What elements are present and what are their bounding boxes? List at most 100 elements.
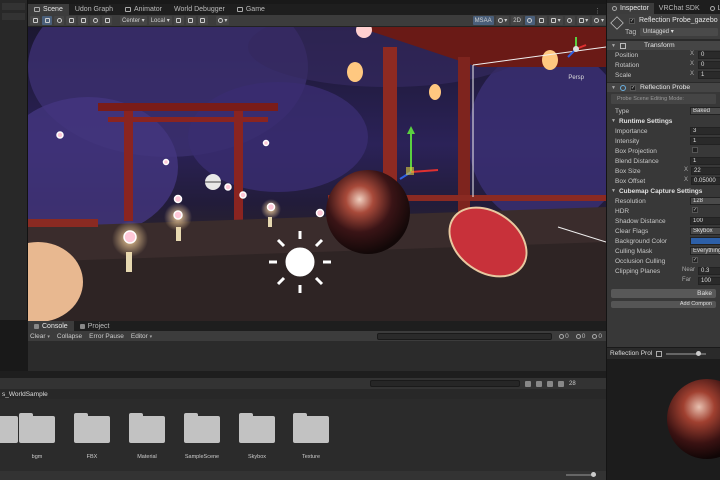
collapse-button[interactable]: Collapse [57, 333, 82, 340]
tab-inspector[interactable]: Inspector [607, 3, 654, 14]
tab-lighting[interactable]: Li [705, 3, 720, 14]
occlusion-culling-checkbox[interactable]: ✓ [692, 257, 698, 263]
expand-arrow-icon: ▼ [611, 42, 616, 49]
tag-dropdown[interactable]: Untagged ▾ [640, 28, 718, 36]
intensity-field[interactable]: 1 [690, 137, 720, 145]
tab-game[interactable]: Game [231, 4, 271, 15]
clear-flags-dropdown[interactable]: Skybox [690, 227, 720, 235]
runtime-settings-section[interactable]: ▼ Runtime Settings [607, 116, 720, 126]
custom-tool-button[interactable] [102, 16, 112, 25]
warning-count-toggle[interactable]: 0 [575, 333, 585, 340]
shadow-distance-field[interactable]: 100 [690, 217, 720, 225]
rotate-tool-button[interactable] [54, 16, 64, 25]
lighting-toggle[interactable] [524, 16, 535, 25]
clear-button[interactable]: Clear ▾ [30, 333, 50, 340]
far-clip-field[interactable]: 100 [698, 277, 720, 285]
culling-mask-dropdown[interactable]: Everything [690, 247, 720, 255]
cubemap-capture-settings-section[interactable]: ▼ Cubemap Capture Settings [607, 186, 720, 196]
type-dropdown[interactable]: Baked [690, 107, 720, 115]
more-options-icon[interactable]: ⋮ [594, 7, 606, 15]
preview-header: Reflection Prol [607, 347, 720, 359]
project-search-input[interactable] [370, 380, 520, 387]
blend-distance-field[interactable]: 1 [690, 157, 720, 165]
rotation-x-field[interactable]: 0 [698, 61, 720, 69]
console-search-input[interactable] [377, 332, 553, 340]
folder-item[interactable]: SampleScene [182, 413, 222, 460]
eye-icon[interactable] [558, 380, 564, 387]
pivot-dropdown[interactable]: Center ▾ [120, 16, 147, 25]
transform-tool-button[interactable] [90, 16, 100, 25]
breadcrumb[interactable]: s_WorldSample [0, 389, 606, 399]
warning-icon [575, 333, 581, 339]
editor-dropdown[interactable]: Editor ▾ [131, 333, 152, 340]
msaa-button[interactable]: MSAA [472, 16, 494, 25]
tab-project[interactable]: Project [74, 321, 116, 331]
folder-item[interactable]: FBX [72, 413, 112, 460]
gizmo-tools-button[interactable]: ▾ [215, 16, 230, 25]
camera-settings-button[interactable]: ▾ [576, 16, 591, 25]
folder-item[interactable]: Texture [291, 413, 331, 460]
tab-scene[interactable]: Scene [28, 4, 69, 15]
grid-button[interactable] [173, 16, 184, 25]
hierarchy-row[interactable] [2, 13, 25, 20]
tab-animator[interactable]: Animator [119, 4, 168, 15]
exposure-slider[interactable] [666, 350, 707, 356]
background-color-swatch[interactable] [690, 237, 720, 245]
tab-vrchat-sdk[interactable]: VRChat SDK [654, 3, 705, 14]
object-name-field[interactable]: Reflection Probe_gazebo [639, 17, 718, 24]
scale-x-field[interactable]: 1 [698, 71, 720, 79]
importance-field[interactable]: 3 [690, 127, 720, 135]
search-by-type-icon[interactable] [525, 380, 531, 387]
hidden-objects-button[interactable] [564, 16, 575, 25]
box-size-x-field[interactable]: 22 [691, 167, 720, 175]
snap-button[interactable] [185, 16, 196, 25]
position-x-field[interactable]: 0 [698, 51, 720, 59]
perspective-label[interactable]: Persp [568, 75, 584, 81]
search-by-label-icon[interactable] [536, 380, 542, 387]
hidden-packages-count[interactable]: 28 [569, 381, 576, 387]
space-dropdown[interactable]: Local ▾ [148, 16, 172, 25]
probe-edit-mode-bar[interactable]: Probe Scene Editing Mode: [611, 94, 716, 104]
resolution-dropdown[interactable]: 128 [690, 197, 720, 205]
console-log-area[interactable] [28, 341, 606, 371]
move-tool-button[interactable] [42, 16, 52, 25]
hand-tool-button[interactable] [30, 16, 40, 25]
2d-toggle[interactable]: 2D [511, 16, 523, 25]
tab-console[interactable]: Console [28, 321, 74, 331]
audio-toggle[interactable] [536, 16, 547, 25]
box-projection-checkbox[interactable] [692, 147, 698, 153]
snap-icon [188, 18, 194, 23]
favorite-icon[interactable] [547, 380, 553, 387]
effects-dropdown[interactable]: ▾ [548, 16, 563, 25]
folder-item[interactable]: bgm [17, 413, 57, 460]
scale-tool-button[interactable] [66, 16, 76, 25]
tab-udon-graph[interactable]: Udon Graph [69, 4, 119, 15]
increment-button[interactable] [197, 16, 208, 25]
error-pause-button[interactable]: Error Pause [89, 333, 124, 340]
folder-item[interactable]: Material [127, 413, 167, 460]
custom-tool-icon [104, 18, 110, 23]
icon-size-slider-handle[interactable] [591, 472, 596, 477]
log-count-toggle[interactable]: 0 [559, 333, 569, 340]
preview-mode-icon[interactable] [656, 350, 663, 357]
hierarchy-row[interactable] [2, 3, 25, 10]
folder-item[interactable]: Skybox [237, 413, 277, 460]
gizmos-dropdown[interactable]: ▾ [592, 16, 606, 25]
shading-icon [497, 18, 503, 23]
probe-preview[interactable] [607, 359, 720, 480]
bake-button[interactable]: Bake [611, 289, 716, 298]
add-component-button[interactable]: Add Compon [611, 301, 716, 308]
near-clip-field[interactable]: 0.3 [698, 267, 720, 275]
hdr-checkbox[interactable]: ✓ [692, 207, 698, 213]
scene-viewport[interactable]: Persp [28, 27, 606, 321]
draw-mode-dropdown[interactable]: ▾ [495, 16, 510, 25]
tab-world-debugger[interactable]: World Debugger [168, 4, 231, 15]
transform-component-header[interactable]: ▼ Transform [607, 40, 720, 50]
object-active-checkbox[interactable]: ✓ [629, 18, 635, 24]
error-count-toggle[interactable]: 0 [592, 333, 602, 340]
rect-tool-button[interactable] [78, 16, 88, 25]
reflection-probe-component-header[interactable]: ▼ ✓ Reflection Probe [607, 82, 720, 92]
box-offset-x-field[interactable]: 0.05000 [691, 177, 720, 185]
component-enabled-checkbox[interactable]: ✓ [629, 84, 636, 91]
culling-mask-row: Culling Mask Everything [607, 246, 720, 256]
